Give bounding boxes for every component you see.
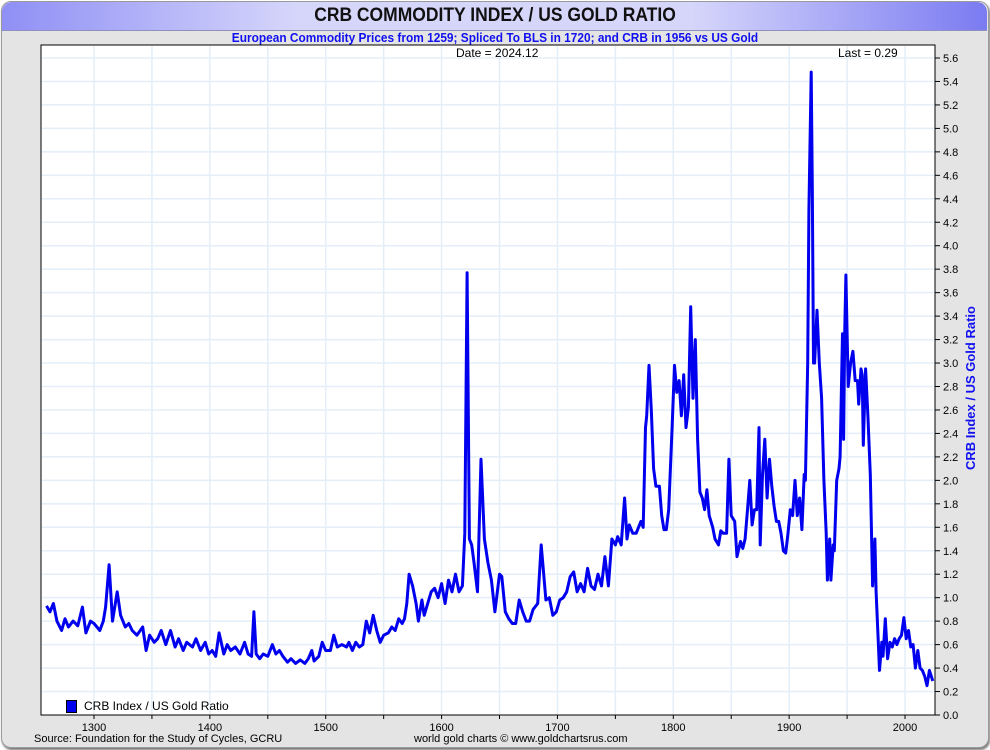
y-tick-label: 3.8 [943, 264, 958, 276]
plot-background [40, 44, 936, 716]
y-tick-label: 4.8 [943, 147, 958, 159]
y-tick-label: 4.2 [943, 217, 958, 229]
x-tick-label: 2000 [893, 722, 917, 734]
credit-note: world gold charts © www.goldchartsrus.co… [414, 733, 628, 745]
y-tick-label: 4.4 [943, 194, 958, 206]
y-tick-label: 5.6 [943, 53, 958, 65]
date-readout: Date = 2024.12 [456, 46, 539, 60]
y-tick-label: 3.6 [943, 288, 958, 300]
y-axis-label: CRB Index / US Gold Ratio [963, 306, 978, 470]
legend-swatch [66, 699, 77, 713]
last-value-readout: Last = 0.29 [838, 46, 898, 60]
y-tick-label: 0.4 [943, 663, 958, 675]
y-tick-label: 2.4 [943, 428, 958, 440]
x-tick-label: 1900 [777, 722, 801, 734]
y-tick-label: 5.0 [943, 123, 958, 135]
y-tick-label: 0.6 [943, 640, 958, 652]
y-tick-label: 1.2 [943, 569, 958, 581]
y-tick-label: 0.8 [943, 616, 958, 628]
x-tick-label: 1500 [313, 722, 337, 734]
y-tick-label: 2.2 [943, 452, 958, 464]
legend: CRB Index / US Gold Ratio [66, 699, 229, 713]
y-tick-label: 2.0 [943, 475, 958, 487]
y-tick-label: 4.0 [943, 241, 958, 253]
y-tick-label: 1.0 [943, 593, 958, 605]
y-tick-label: 5.2 [943, 100, 958, 112]
y-tick-label: 2.8 [943, 382, 958, 394]
source-note: Source: Foundation for the Study of Cycl… [34, 733, 283, 745]
y-tick-label: 0.0 [943, 710, 958, 722]
y-tick-label: 1.8 [943, 499, 958, 511]
y-tick-label: 1.4 [943, 546, 958, 558]
y-tick-label: 2.6 [943, 405, 958, 417]
legend-label: CRB Index / US Gold Ratio [84, 699, 229, 713]
y-tick-label: 4.6 [943, 170, 958, 182]
y-tick-label: 3.0 [943, 358, 958, 370]
y-tick-label: 3.2 [943, 335, 958, 347]
plot-area: 1300 1400 1500 1600 1700 1800 1900 20000.00.20.… [40, 44, 958, 734]
y-tick-label: 1.6 [943, 522, 958, 534]
y-tick-label: 0.2 [943, 687, 958, 699]
y-tick-label: 3.4 [943, 311, 958, 323]
x-tick-label: 1800 [661, 722, 685, 734]
y-tick-label: 5.4 [943, 76, 958, 88]
